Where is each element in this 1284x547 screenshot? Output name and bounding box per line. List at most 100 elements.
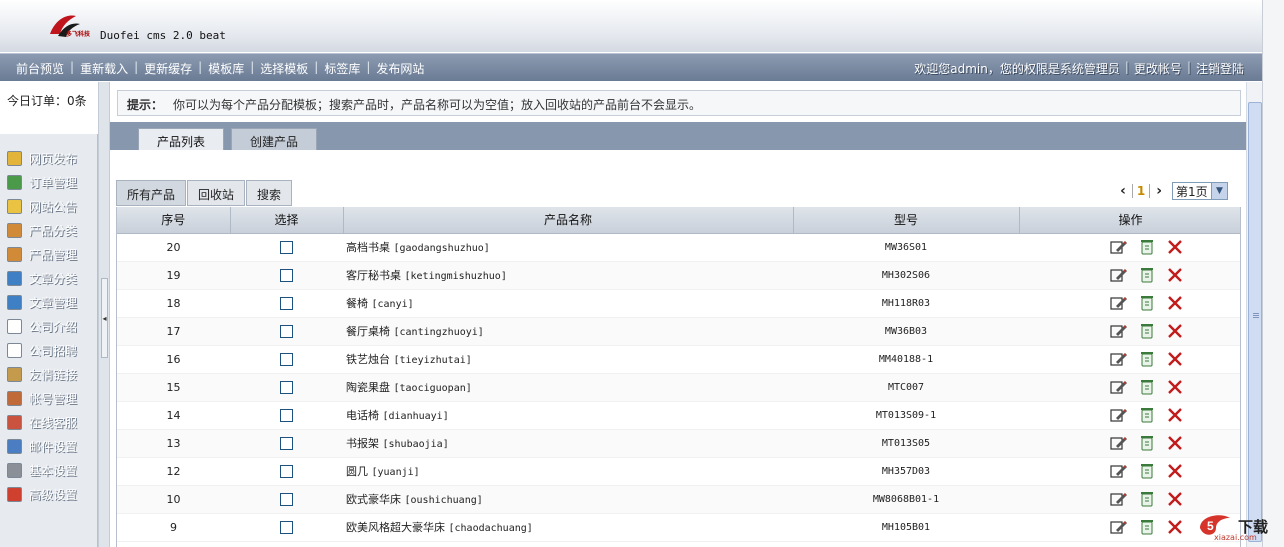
product-name: 陶瓷果盘 bbox=[346, 381, 390, 394]
window-scrollbar[interactable] bbox=[1262, 0, 1284, 547]
main-scrollbar[interactable] bbox=[1246, 82, 1262, 547]
nav-link-5[interactable]: 标签库 bbox=[320, 60, 364, 77]
edit-icon[interactable] bbox=[1109, 378, 1128, 396]
sidebar-item-9[interactable]: 友情链接 bbox=[0, 362, 98, 386]
row-select bbox=[230, 261, 343, 290]
edit-icon[interactable] bbox=[1109, 238, 1128, 256]
row-checkbox[interactable] bbox=[280, 408, 293, 422]
row-checkbox[interactable] bbox=[280, 380, 293, 394]
sidebar-item-14[interactable]: 高级设置 bbox=[0, 482, 98, 506]
row-product-name[interactable]: 书报架 [shubaojia] bbox=[343, 429, 793, 458]
sidebar-item-0[interactable]: 网页发布 bbox=[0, 146, 98, 170]
prev-page-icon[interactable]: ‹ bbox=[1116, 183, 1130, 199]
tip-text: 你可以为每个产品分配模板；搜索产品时，产品名称可以为空值；放入回收站的产品前台不… bbox=[173, 98, 702, 112]
sidebar-item-6[interactable]: 文章管理 bbox=[0, 290, 98, 314]
delete-icon[interactable] bbox=[1166, 266, 1184, 284]
sidebar-item-11[interactable]: 在线客服 bbox=[0, 410, 98, 434]
sidebar-item-label: 产品管理 bbox=[29, 247, 78, 262]
recycle-bin-icon[interactable] bbox=[1138, 462, 1156, 480]
table-row: 13 书报架 [shubaojia] MT013S05 bbox=[117, 429, 1240, 458]
row-checkbox[interactable] bbox=[280, 520, 293, 534]
delete-icon[interactable] bbox=[1166, 238, 1184, 256]
edit-icon[interactable] bbox=[1109, 350, 1128, 368]
delete-icon[interactable] bbox=[1166, 294, 1184, 312]
recycle-bin-icon[interactable] bbox=[1138, 238, 1156, 256]
nav-link-2[interactable]: 更新缓存 bbox=[140, 60, 196, 77]
sidebar-item-4[interactable]: 产品管理 bbox=[0, 242, 98, 266]
edit-icon[interactable] bbox=[1109, 294, 1128, 312]
sidebar-item-13[interactable]: 基本设置 bbox=[0, 458, 98, 482]
sidebar-item-8[interactable]: 公司招聘 bbox=[0, 338, 98, 362]
subtab-all-products[interactable]: 所有产品 bbox=[116, 180, 187, 206]
row-checkbox[interactable] bbox=[280, 268, 293, 282]
scrollbar-thumb[interactable] bbox=[1248, 102, 1262, 542]
row-product-name[interactable]: 铁艺烛台 [tieyizhutai] bbox=[343, 345, 793, 374]
recycle-bin-icon[interactable] bbox=[1138, 378, 1156, 396]
row-checkbox[interactable] bbox=[280, 436, 293, 450]
sidebar-item-12[interactable]: 邮件设置 bbox=[0, 434, 98, 458]
recycle-bin-icon[interactable] bbox=[1138, 322, 1156, 340]
row-product-name[interactable]: 欧式豪华床 [oushichuang] bbox=[343, 485, 793, 514]
product-name: 客厅秘书桌 bbox=[346, 269, 401, 282]
delete-icon[interactable] bbox=[1166, 434, 1184, 452]
recycle-bin-icon[interactable] bbox=[1138, 434, 1156, 452]
sidebar-item-10[interactable]: 帐号管理 bbox=[0, 386, 98, 410]
row-checkbox[interactable] bbox=[280, 492, 293, 506]
product-name: 铁艺烛台 bbox=[346, 353, 390, 366]
row-checkbox[interactable] bbox=[280, 352, 293, 366]
edit-icon[interactable] bbox=[1109, 490, 1128, 508]
row-checkbox[interactable] bbox=[280, 240, 293, 254]
sidebar-splitter[interactable]: ◂ bbox=[98, 82, 110, 547]
sidebar-item-5[interactable]: 文章分类 bbox=[0, 266, 98, 290]
page-select[interactable]: 第1页 ▼ bbox=[1172, 182, 1228, 200]
subtab-recycle-bin[interactable]: 回收站 bbox=[187, 180, 246, 206]
row-product-name[interactable]: 餐厅桌椅 [cantingzhuoyi] bbox=[343, 317, 793, 346]
edit-icon[interactable] bbox=[1109, 266, 1128, 284]
tab-product-list[interactable]: 产品列表 bbox=[138, 128, 225, 150]
sidebar-item-7[interactable]: 公司介绍 bbox=[0, 314, 98, 338]
delete-icon[interactable] bbox=[1166, 406, 1184, 424]
edit-icon[interactable] bbox=[1109, 518, 1128, 536]
nav-link-6[interactable]: 发布网站 bbox=[372, 60, 428, 77]
edit-icon[interactable] bbox=[1109, 322, 1128, 340]
nav-link-3[interactable]: 模板库 bbox=[204, 60, 248, 77]
next-page-icon[interactable]: › bbox=[1152, 183, 1166, 199]
row-product-name[interactable]: 电话椅 [dianhuayi] bbox=[343, 401, 793, 430]
row-product-name[interactable]: 客厅秘书桌 [ketingmishuzhuo] bbox=[343, 261, 793, 290]
recycle-bin-icon[interactable] bbox=[1138, 350, 1156, 368]
row-checkbox[interactable] bbox=[280, 464, 293, 478]
nav-link-4[interactable]: 选择模板 bbox=[256, 60, 312, 77]
delete-icon[interactable] bbox=[1166, 518, 1184, 536]
subtab-search[interactable]: 搜索 bbox=[246, 180, 293, 206]
edit-icon[interactable] bbox=[1109, 462, 1128, 480]
sidebar-item-2[interactable]: 网站公告 bbox=[0, 194, 98, 218]
delete-icon[interactable] bbox=[1166, 490, 1184, 508]
row-product-name[interactable]: 欧美风格超大豪华床 [chaodachuang] bbox=[343, 513, 793, 542]
recycle-bin-icon[interactable] bbox=[1138, 406, 1156, 424]
row-product-name[interactable]: 餐椅 [canyi] bbox=[343, 289, 793, 318]
recycle-bin-icon[interactable] bbox=[1138, 266, 1156, 284]
logout-link[interactable]: 注销登陆 bbox=[1196, 60, 1244, 77]
nav-link-0[interactable]: 前台预览 bbox=[12, 60, 68, 77]
sidebar-item-1[interactable]: 订单管理 bbox=[0, 170, 98, 194]
row-checkbox[interactable] bbox=[280, 296, 293, 310]
row-checkbox[interactable] bbox=[280, 324, 293, 338]
edit-icon[interactable] bbox=[1109, 434, 1128, 452]
row-product-name[interactable]: 高档书桌 [gaodangshuzhuo] bbox=[343, 233, 793, 262]
recycle-bin-icon[interactable] bbox=[1138, 518, 1156, 536]
change-account-link[interactable]: 更改帐号 bbox=[1134, 60, 1182, 77]
row-product-name[interactable]: 圆几 [yuanji] bbox=[343, 457, 793, 486]
delete-icon[interactable] bbox=[1166, 462, 1184, 480]
recycle-bin-icon[interactable] bbox=[1138, 490, 1156, 508]
delete-icon[interactable] bbox=[1166, 322, 1184, 340]
nav-link-1[interactable]: 重新载入 bbox=[76, 60, 132, 77]
delete-icon[interactable] bbox=[1166, 378, 1184, 396]
recycle-bin-icon[interactable] bbox=[1138, 294, 1156, 312]
sidebar-item-3[interactable]: 产品分类 bbox=[0, 218, 98, 242]
collapse-handle-icon[interactable]: ◂ bbox=[101, 278, 108, 358]
chevron-down-icon[interactable]: ▼ bbox=[1211, 183, 1227, 199]
delete-icon[interactable] bbox=[1166, 350, 1184, 368]
edit-icon[interactable] bbox=[1109, 406, 1128, 424]
tab-create-product[interactable]: 创建产品 bbox=[231, 128, 318, 150]
row-product-name[interactable]: 陶瓷果盘 [taociguopan] bbox=[343, 373, 793, 402]
